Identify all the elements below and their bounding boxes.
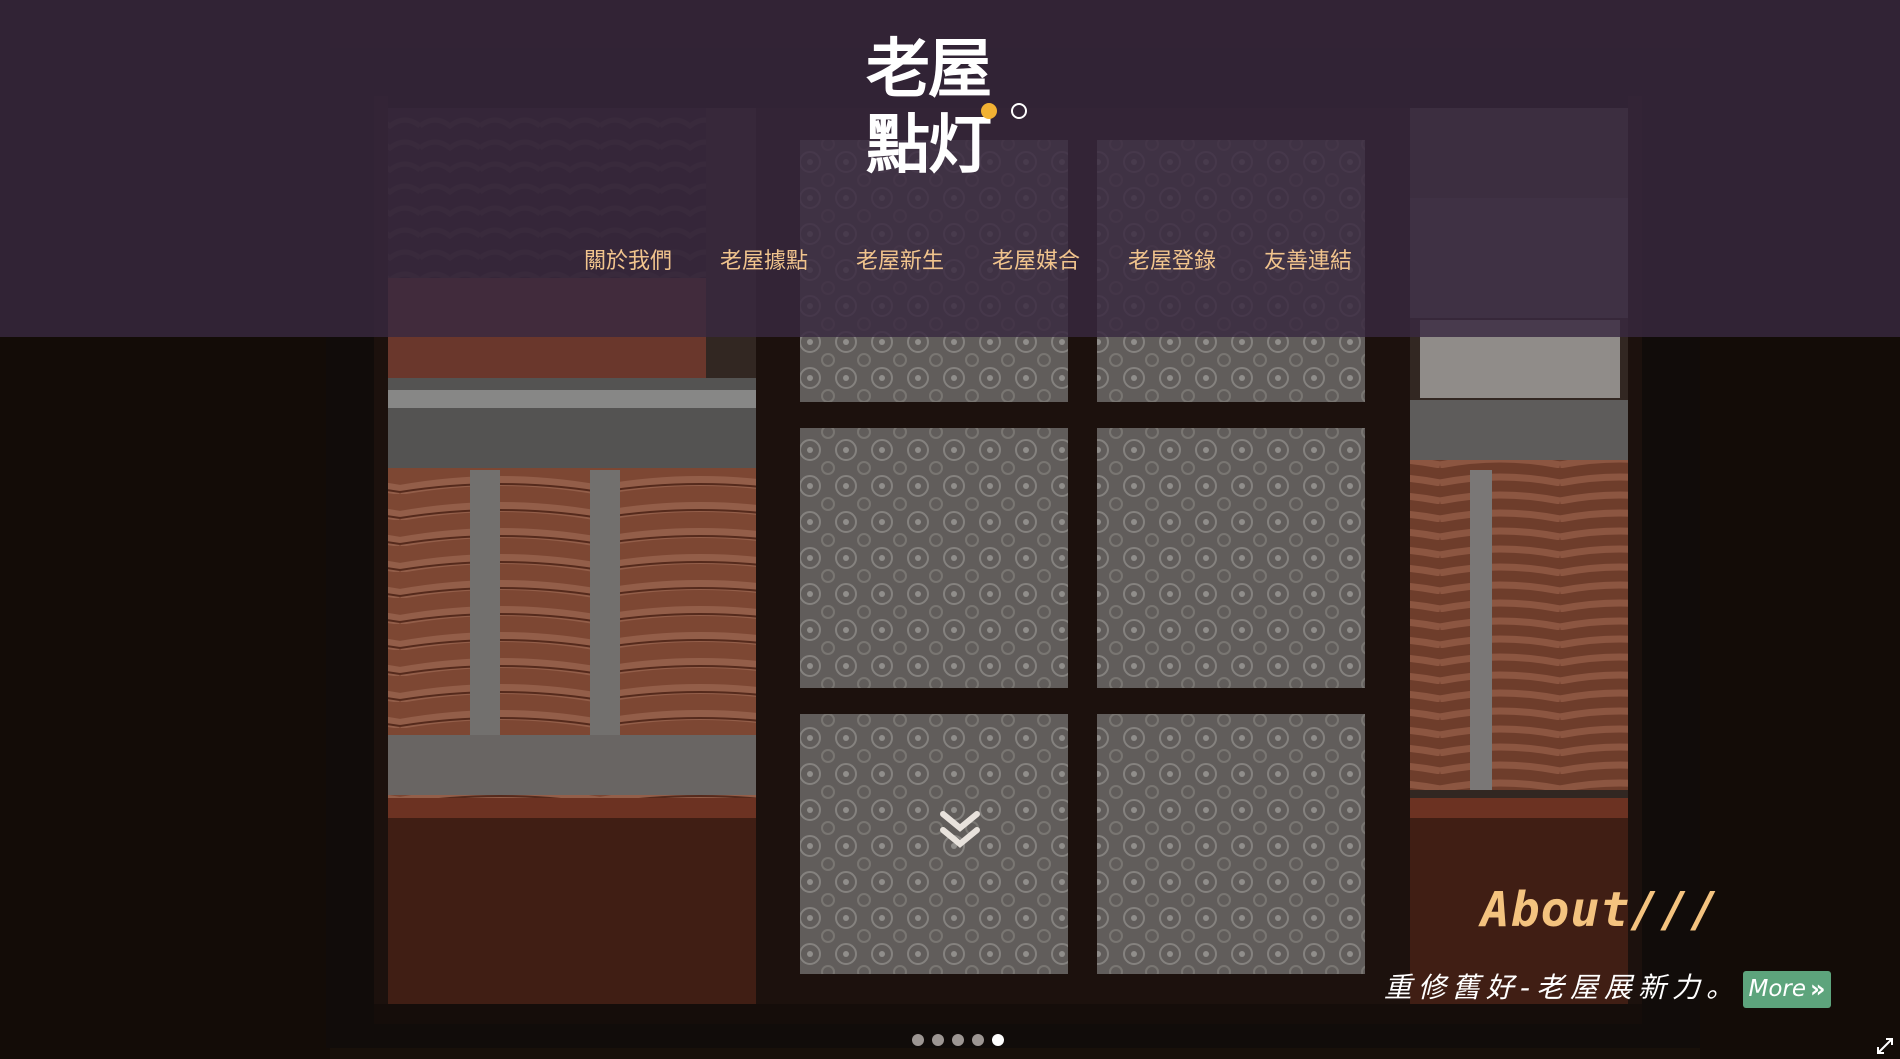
double-chevron-right-icon: » bbox=[1810, 975, 1826, 1003]
section-title: About/// bbox=[1480, 882, 1720, 938]
nav-item-locations[interactable]: 老屋據點 bbox=[696, 244, 832, 280]
slide-dot-4[interactable] bbox=[972, 1034, 984, 1046]
scroll-down-double-chevron-down-icon[interactable] bbox=[937, 808, 983, 858]
site-header: 老屋 點灯 關於我們 老屋據點 老屋新生 老屋媒合 老屋登錄 友善連結 bbox=[0, 0, 1900, 337]
logo-text-line2: 點灯 bbox=[866, 109, 992, 183]
site-logo[interactable]: 老屋 點灯 bbox=[860, 32, 1040, 192]
main-nav: 關於我們 老屋據點 老屋新生 老屋媒合 老屋登錄 友善連結 bbox=[560, 244, 1376, 280]
nav-item-register[interactable]: 老屋登錄 bbox=[1104, 244, 1240, 280]
logo-text-line1: 老屋 bbox=[866, 33, 992, 107]
more-button-label: More bbox=[1748, 976, 1806, 1002]
slide-dot-1[interactable] bbox=[912, 1034, 924, 1046]
nav-item-matching[interactable]: 老屋媒合 bbox=[968, 244, 1104, 280]
more-button[interactable]: More » bbox=[1743, 971, 1831, 1008]
nav-item-about[interactable]: 關於我們 bbox=[560, 244, 696, 280]
slide-pagination bbox=[912, 1034, 1004, 1048]
slide-dot-5[interactable] bbox=[992, 1034, 1004, 1046]
slide-dot-3[interactable] bbox=[952, 1034, 964, 1046]
nav-item-links[interactable]: 友善連結 bbox=[1240, 244, 1376, 280]
nav-item-renewal[interactable]: 老屋新生 bbox=[832, 244, 968, 280]
expand-arrows-icon[interactable] bbox=[1876, 1037, 1894, 1055]
slide-dot-2[interactable] bbox=[932, 1034, 944, 1046]
logo-lamp-ring-icon bbox=[1011, 103, 1027, 119]
logo-lamp-dot-icon bbox=[981, 103, 997, 119]
hero-tagline: 重修舊好-老屋展新力。 bbox=[1383, 971, 1740, 1004]
